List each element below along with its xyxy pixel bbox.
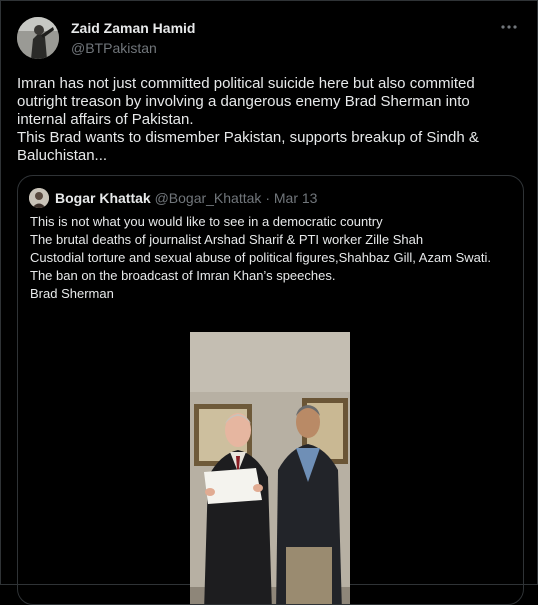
quoted-text: This is not what you would like to see i… (30, 213, 512, 303)
quoted-text-line: Custodial torture and sexual abuse of po… (30, 250, 492, 265)
quoted-author-avatar[interactable] (29, 188, 49, 208)
author-handle[interactable]: @BTPakistan (71, 40, 157, 56)
tweet-text: Imran has not just committed political s… (17, 75, 523, 165)
tweet-text-line: This Brad wants to dismember Pakistan, s… (17, 129, 479, 164)
avatar-photo-icon (29, 188, 49, 208)
quoted-text-line: The ban on the broadcast of Imran Khan’s… (30, 268, 336, 283)
video-frame (190, 332, 350, 604)
quoted-text-line: Brad Sherman (30, 286, 114, 301)
quoted-tweet[interactable]: Bogar Khattak @Bogar_Khattak · Mar 13 Th… (17, 175, 524, 605)
quoted-date[interactable]: Mar 13 (274, 190, 318, 206)
avatar-photo-icon (17, 17, 59, 59)
more-options-button[interactable] (499, 17, 519, 37)
quoted-separator: · (265, 190, 270, 206)
author-name[interactable]: Zaid Zaman Hamid (71, 20, 195, 36)
tweet-text-line: Imran has not just committed political s… (17, 75, 475, 128)
quoted-author-handle[interactable]: @Bogar_Khattak (155, 190, 262, 206)
quoted-text-line: This is not what you would like to see i… (30, 214, 383, 229)
quoted-header: Bogar Khattak @Bogar_Khattak · Mar 13 (55, 190, 317, 206)
author-avatar[interactable] (17, 17, 59, 59)
more-horizontal-icon (501, 25, 517, 29)
quoted-text-line: The brutal deaths of journalist Arshad S… (30, 232, 424, 247)
tweet-card[interactable]: Zaid Zaman Hamid @BTPakistan Imran has n… (0, 0, 538, 605)
video-thumbnail[interactable] (190, 332, 350, 604)
quoted-author-name[interactable]: Bogar Khattak (55, 190, 151, 206)
